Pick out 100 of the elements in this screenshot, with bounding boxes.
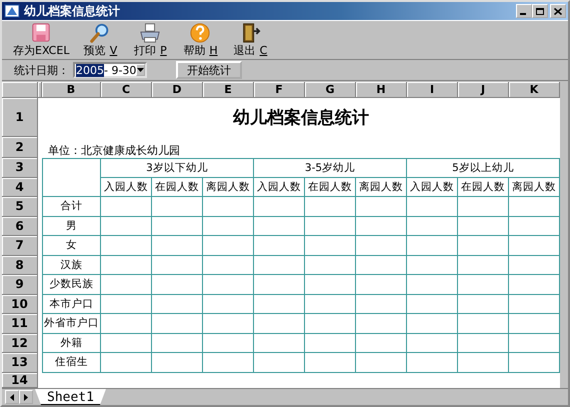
- table-cell: [305, 256, 356, 275]
- date-label: 统计日期：: [14, 62, 69, 78]
- row-header[interactable]: 13: [2, 353, 38, 372]
- table-cell: [509, 256, 560, 275]
- row-header[interactable]: 14: [2, 372, 38, 388]
- table-cell: [458, 236, 509, 256]
- table-cell: [203, 275, 254, 294]
- table-cell: [407, 294, 458, 314]
- table-cell: [509, 236, 560, 256]
- column-header[interactable]: K: [509, 82, 560, 98]
- column-header-cell: 入园人数: [101, 178, 152, 197]
- toolbar-button[interactable]: 帮助 H: [178, 21, 222, 59]
- row-header[interactable]: 1: [2, 98, 38, 137]
- toolbar-button[interactable]: 存为EXCEL: [10, 21, 72, 59]
- row-header[interactable]: 7: [2, 236, 38, 256]
- column-header[interactable]: J: [458, 82, 509, 98]
- maximize-button[interactable]: [532, 4, 548, 18]
- table-cell: [203, 256, 254, 275]
- table-cell: [407, 334, 458, 353]
- column-header[interactable]: H: [356, 82, 407, 98]
- close-icon: [554, 8, 562, 14]
- table-cell: [458, 353, 509, 372]
- table-cell: [305, 314, 356, 334]
- column-header[interactable]: B: [42, 82, 101, 98]
- table-cell: [101, 256, 152, 275]
- table-cell: [407, 236, 458, 256]
- table-cell: [203, 216, 254, 236]
- table-cell: [101, 294, 152, 314]
- table-cell: [101, 216, 152, 236]
- row-header[interactable]: 4: [2, 178, 38, 197]
- table-cell: [101, 353, 152, 372]
- table-cell: [101, 314, 152, 334]
- row-header[interactable]: 5: [2, 197, 38, 216]
- table-cell: [509, 334, 560, 353]
- table-cell: [305, 236, 356, 256]
- row-label-cell: 汉族: [42, 256, 101, 275]
- window-title: 幼儿档案信息统计: [24, 2, 121, 20]
- help-icon: [188, 22, 212, 43]
- table-cell: [254, 334, 305, 353]
- toolbar-button[interactable]: 打印 P: [128, 21, 172, 59]
- table-cell: [509, 275, 560, 294]
- column-header[interactable]: I: [407, 82, 458, 98]
- previous-sheet-button[interactable]: [5, 390, 19, 404]
- table-cell: [152, 236, 203, 256]
- table-cell: [152, 314, 203, 334]
- table-cell: [356, 314, 407, 334]
- row-header[interactable]: 11: [2, 314, 38, 334]
- table-cell: [152, 275, 203, 294]
- table-cell: [101, 197, 152, 216]
- table-cell: [305, 294, 356, 314]
- table-cell: [509, 294, 560, 314]
- row-header[interactable]: 6: [2, 216, 38, 236]
- previous-sheet-icon: [10, 394, 14, 400]
- next-sheet-button[interactable]: [19, 390, 33, 404]
- table-cell: [42, 158, 101, 197]
- column-header[interactable]: E: [203, 82, 254, 98]
- toolbar-button[interactable]: 退出 C: [228, 21, 272, 59]
- table-cell: [305, 216, 356, 236]
- table-cell: [254, 197, 305, 216]
- dropdown-arrow-icon: [137, 68, 144, 72]
- minimize-button[interactable]: [516, 4, 532, 18]
- row-header[interactable]: 9: [2, 275, 38, 294]
- row-header[interactable]: 8: [2, 256, 38, 275]
- close-button[interactable]: [550, 4, 566, 18]
- table-cell: [254, 216, 305, 236]
- toolbar-button[interactable]: 预览 V: [78, 21, 122, 59]
- table-cell: [458, 256, 509, 275]
- group-header-cell: 3-5岁幼儿: [254, 158, 407, 178]
- table-cell: [203, 353, 254, 372]
- sheet-title: 幼儿档案信息统计: [232, 107, 370, 130]
- column-header[interactable]: F: [254, 82, 305, 98]
- table-cell: [203, 236, 254, 256]
- table-cell: [101, 275, 152, 294]
- row-label-cell: 少数民族: [42, 275, 101, 294]
- select-all-corner[interactable]: [2, 82, 38, 98]
- column-header[interactable]: [38, 82, 42, 98]
- row-header[interactable]: 10: [2, 294, 38, 314]
- row-label-cell: 女: [42, 236, 101, 256]
- table-cell: [407, 353, 458, 372]
- column-header-cell: 入园人数: [254, 178, 305, 197]
- row-header[interactable]: 12: [2, 334, 38, 353]
- column-header-cell: 离园人数: [509, 178, 560, 197]
- date-combo-box[interactable]: 2005- 9-30: [73, 62, 147, 78]
- column-header-cell: 在园人数: [305, 178, 356, 197]
- column-header[interactable]: C: [101, 82, 152, 98]
- table-cell: [254, 294, 305, 314]
- row-header[interactable]: 2: [2, 137, 38, 158]
- sheet-tab[interactable]: Sheet1: [35, 389, 106, 405]
- table-cell: [509, 353, 560, 372]
- table-cell: [356, 334, 407, 353]
- next-sheet-icon: [24, 394, 28, 400]
- start-button[interactable]: 开始统计: [176, 61, 242, 79]
- table-cell: [152, 334, 203, 353]
- row-label-cell: 外省市户口: [42, 314, 101, 334]
- column-header[interactable]: D: [152, 82, 203, 98]
- row-header[interactable]: 3: [2, 158, 38, 178]
- table-cell: [458, 275, 509, 294]
- table-cell: [356, 294, 407, 314]
- column-header[interactable]: G: [305, 82, 356, 98]
- table-cell: [152, 216, 203, 236]
